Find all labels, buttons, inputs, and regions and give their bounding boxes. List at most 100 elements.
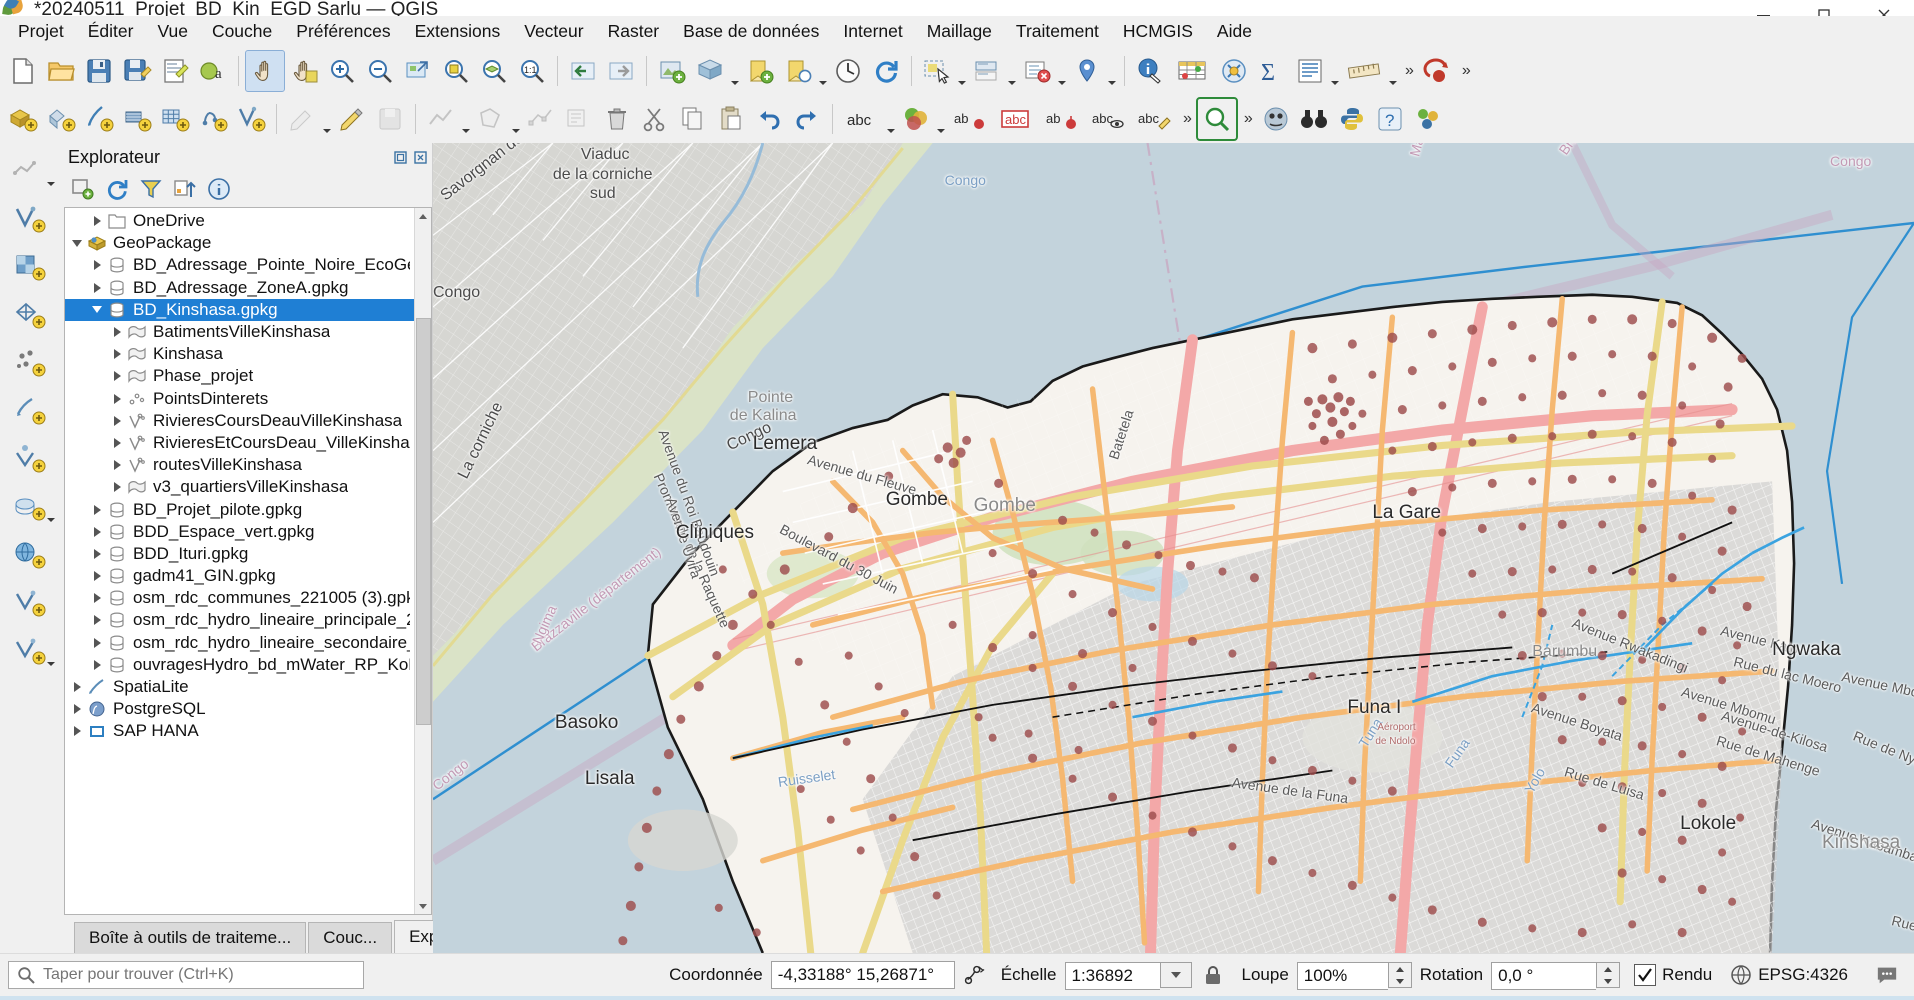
- toolbar-overflow2-icon[interactable]: »: [1456, 62, 1475, 80]
- search-input[interactable]: [8, 961, 364, 989]
- new-project-icon[interactable]: [4, 51, 42, 91]
- refresh-bookmark-icon[interactable]: [741, 51, 779, 91]
- tree-item[interactable]: ouvragesHydro_bd_mWater_RP_KoR: [65, 654, 414, 676]
- refresh-icon[interactable]: [867, 51, 905, 91]
- add-selected-layers-icon[interactable]: [70, 176, 96, 202]
- chevron-right-icon[interactable]: [71, 681, 83, 693]
- tree-item[interactable]: PointsDinterets: [65, 388, 414, 410]
- zoom-next-icon[interactable]: [602, 51, 640, 91]
- rotation-stepper[interactable]: [1596, 962, 1621, 988]
- chevron-right-icon[interactable]: [91, 282, 103, 294]
- message-log-icon[interactable]: [1876, 964, 1898, 986]
- menu-editer[interactable]: Éditer: [76, 18, 146, 45]
- tree-item[interactable]: BD_Adressage_ZoneA.gpkg: [65, 277, 414, 299]
- collapse-all-icon[interactable]: [172, 176, 198, 202]
- zoom-out-icon[interactable]: [361, 51, 399, 91]
- stepper-down-icon[interactable]: [1389, 975, 1411, 987]
- zoom-layer-icon[interactable]: [475, 51, 513, 91]
- tree-item[interactable]: gadm41_GIN.gpkg: [65, 565, 414, 587]
- rotate-label-icon[interactable]: abc: [1085, 99, 1131, 139]
- layer-styling-icon[interactable]: [897, 99, 935, 139]
- pan-map-icon[interactable]: [245, 50, 285, 92]
- chevron-right-icon[interactable]: [91, 637, 103, 649]
- chevron-down-icon[interactable]: [510, 93, 522, 145]
- render-toggle[interactable]: Rendu: [1634, 964, 1712, 986]
- current-edits-icon[interactable]: [283, 99, 321, 139]
- help-icon[interactable]: ?: [1371, 99, 1409, 139]
- chevron-right-icon[interactable]: [111, 459, 123, 471]
- chevron-down-icon[interactable]: [1106, 45, 1118, 97]
- close-panel-icon[interactable]: [412, 149, 428, 165]
- chevron-right-icon[interactable]: [91, 614, 103, 626]
- add-vector-layer-icon[interactable]: [5, 195, 57, 243]
- modify-attributes-icon[interactable]: [560, 99, 598, 139]
- save-layer-edits-icon[interactable]: [371, 99, 409, 139]
- add-wms-layer-icon[interactable]: [5, 531, 57, 579]
- cut-features-icon[interactable]: [636, 99, 674, 139]
- add-feature-line-icon[interactable]: [422, 99, 460, 139]
- chevron-down-icon[interactable]: [817, 45, 829, 97]
- tree-item[interactable]: BD_Projet_pilote.gpkg: [65, 498, 414, 520]
- toolbar-overflow2-icon[interactable]: »: [1238, 110, 1257, 128]
- tree-item[interactable]: BDD_Ituri.gpkg: [65, 543, 414, 565]
- tab-processing-toolbox[interactable]: Boîte à outils de traiteme...: [74, 922, 307, 953]
- menu-aide[interactable]: Aide: [1205, 18, 1264, 45]
- chevron-right-icon[interactable]: [91, 570, 103, 582]
- explorer-vertical-scrollbar[interactable]: [414, 208, 431, 914]
- rotation-value[interactable]: 0,0 °: [1491, 962, 1597, 990]
- save-project-as-icon[interactable]: [118, 51, 156, 91]
- render-checkbox[interactable]: [1634, 964, 1657, 986]
- add-wcs-layer-icon[interactable]: [5, 579, 57, 627]
- chevron-down-icon[interactable]: [935, 93, 947, 145]
- zoom-last-icon[interactable]: [564, 51, 602, 91]
- magnifier-spinner[interactable]: 100%: [1296, 962, 1412, 990]
- new-map-view-icon[interactable]: [653, 51, 691, 91]
- toggle-editing-icon[interactable]: [333, 99, 371, 139]
- new-shapefile-layer-icon[interactable]: [80, 99, 118, 139]
- chevron-down-icon[interactable]: [1387, 45, 1399, 97]
- show-bookmarks-icon[interactable]: [779, 51, 817, 91]
- maximize-button[interactable]: [1794, 0, 1854, 16]
- plugins-manager-icon[interactable]: [1257, 99, 1295, 139]
- pan-selection-icon[interactable]: [285, 51, 323, 91]
- tree-item[interactable]: BatimentsVilleKinshasa: [65, 321, 414, 343]
- chevron-down-icon[interactable]: [71, 237, 83, 249]
- tree-item[interactable]: SpatiaLite: [65, 676, 414, 698]
- select-by-expression-icon[interactable]: [1018, 51, 1056, 91]
- chevron-down-icon[interactable]: [91, 304, 103, 316]
- python-console-icon[interactable]: [1333, 99, 1371, 139]
- statistical-summary-icon[interactable]: Σ: [1253, 51, 1291, 91]
- new-mesh-layer-icon[interactable]: [156, 99, 194, 139]
- chevron-down-icon[interactable]: [1006, 45, 1018, 97]
- refresh-icon[interactable]: [104, 176, 130, 202]
- add-postgis-layer-icon[interactable]: [5, 435, 57, 483]
- chevron-down-icon[interactable]: [1159, 962, 1192, 988]
- chevron-right-icon[interactable]: [111, 437, 123, 449]
- magnifier-value[interactable]: 100%: [1296, 962, 1388, 990]
- map-canvas[interactable]: Viaducde la cornichesudSavorgnan de Braz…: [433, 143, 1914, 953]
- tree-item[interactable]: routesVilleKinshasa: [65, 454, 414, 476]
- save-project-icon[interactable]: [80, 51, 118, 91]
- zoom-search-icon[interactable]: [1195, 97, 1238, 141]
- chevron-down-icon[interactable]: [729, 45, 741, 97]
- new-spatialite-layer-icon[interactable]: [42, 99, 80, 139]
- undo-icon[interactable]: [750, 99, 788, 139]
- add-spatialite-layer-icon[interactable]: [5, 387, 57, 435]
- toggle-extents-icon[interactable]: [963, 964, 985, 986]
- tree-item[interactable]: Phase_projet: [65, 365, 414, 387]
- scale-value[interactable]: 1:36892: [1064, 962, 1160, 990]
- chevron-right-icon[interactable]: [91, 504, 103, 516]
- open-attribute-table-icon[interactable]: [1169, 51, 1215, 91]
- explorer-tree[interactable]: OneDrive GeoPackage BD_Adressage_Pointe_No…: [65, 208, 414, 914]
- undock-panel-icon[interactable]: [392, 149, 408, 165]
- add-feature-polygon-icon[interactable]: [472, 99, 510, 139]
- python-console-red-icon[interactable]: [1418, 51, 1456, 91]
- coordinate-value[interactable]: -4,33188° 15,26871°: [770, 961, 955, 989]
- menu-hcmgis[interactable]: HCMGIS: [1111, 18, 1205, 45]
- minimize-button[interactable]: [1734, 0, 1794, 16]
- menu-projet[interactable]: Projet: [6, 18, 76, 45]
- chevron-right-icon[interactable]: [111, 370, 123, 382]
- show-hide-labels-icon[interactable]: abc: [993, 99, 1039, 139]
- chevron-right-icon[interactable]: [91, 659, 103, 671]
- tree-item[interactable]: BD_Adressage_Pointe_Noire_EcoGeoData S: [65, 254, 414, 276]
